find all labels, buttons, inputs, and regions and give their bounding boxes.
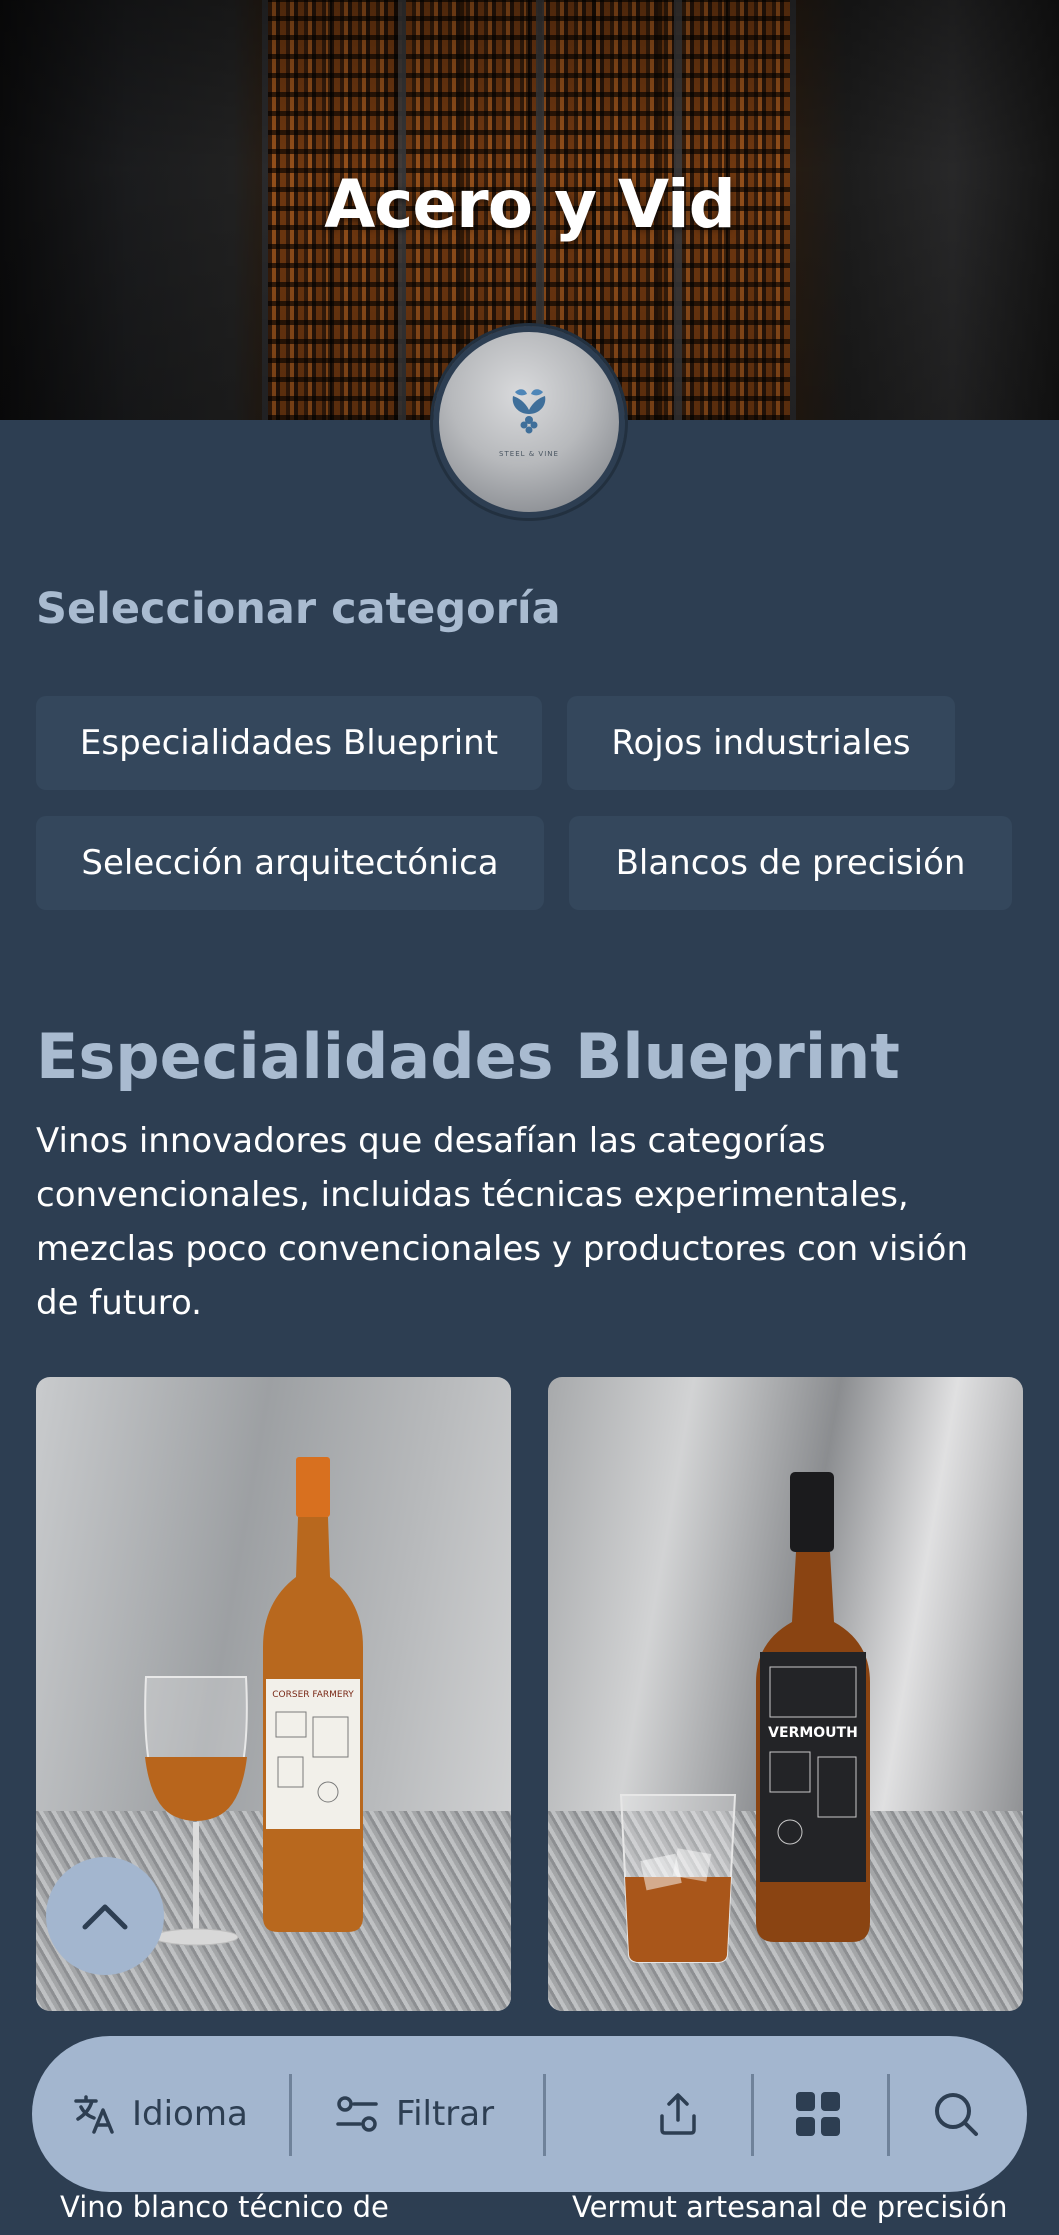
filter-button[interactable]: Filtrar [334, 2036, 494, 2192]
filter-label: Filtrar [396, 2094, 495, 2134]
category-especialidades-blueprint[interactable]: Especialidades Blueprint [36, 696, 542, 790]
hero-title: Acero y Vid [324, 166, 736, 243]
chevron-up-icon [82, 1904, 128, 1930]
product-title[interactable]: Vermut artesanal de precisión [572, 2190, 1008, 2224]
language-label: Idioma [132, 2094, 248, 2134]
bottle-label-text: CORSER FARMERY [272, 1690, 354, 1700]
product-title[interactable]: Vino blanco técnico de [60, 2190, 389, 2224]
category-blancos-de-precision[interactable]: Blancos de precisión [569, 816, 1012, 910]
logo-text: STEEL & VINE [499, 450, 559, 458]
search-icon [935, 2093, 978, 2136]
brand-logo: STEEL & VINE [433, 326, 625, 518]
grid-icon [796, 2092, 840, 2136]
scroll-to-top-button[interactable] [46, 1857, 164, 1975]
category-seleccion-arquitectonica[interactable]: Selección arquitectónica [36, 816, 544, 910]
translate-icon [74, 2095, 114, 2134]
grape-leaf-icon [512, 389, 546, 434]
category-heading: Especialidades Blueprint [36, 1020, 900, 1093]
category-description: Vinos innovadores que desafían las categ… [36, 1121, 969, 1323]
wine-bottle-image: CORSER FARMERY [263, 1457, 363, 1932]
bottle-label-text: VERMOUTH [768, 1725, 858, 1741]
search-button[interactable] [932, 2036, 996, 2192]
share-button[interactable] [654, 2036, 718, 2192]
share-icon [660, 2093, 696, 2135]
filter-icon [336, 2096, 378, 2132]
bottom-toolbar: Idioma Filtrar [32, 2036, 1027, 2192]
select-category-label: Seleccionar categoría [36, 584, 561, 634]
product-image-vermouth[interactable]: VERMOUTH [548, 1377, 1023, 2011]
language-button[interactable]: Idioma [72, 2036, 248, 2192]
category-rojos-industriales[interactable]: Rojos industriales [567, 696, 955, 790]
vermouth-bottle-image: VERMOUTH [756, 1472, 870, 1942]
tumbler-glass-image [619, 1794, 737, 1963]
grid-view-button[interactable] [794, 2036, 858, 2192]
